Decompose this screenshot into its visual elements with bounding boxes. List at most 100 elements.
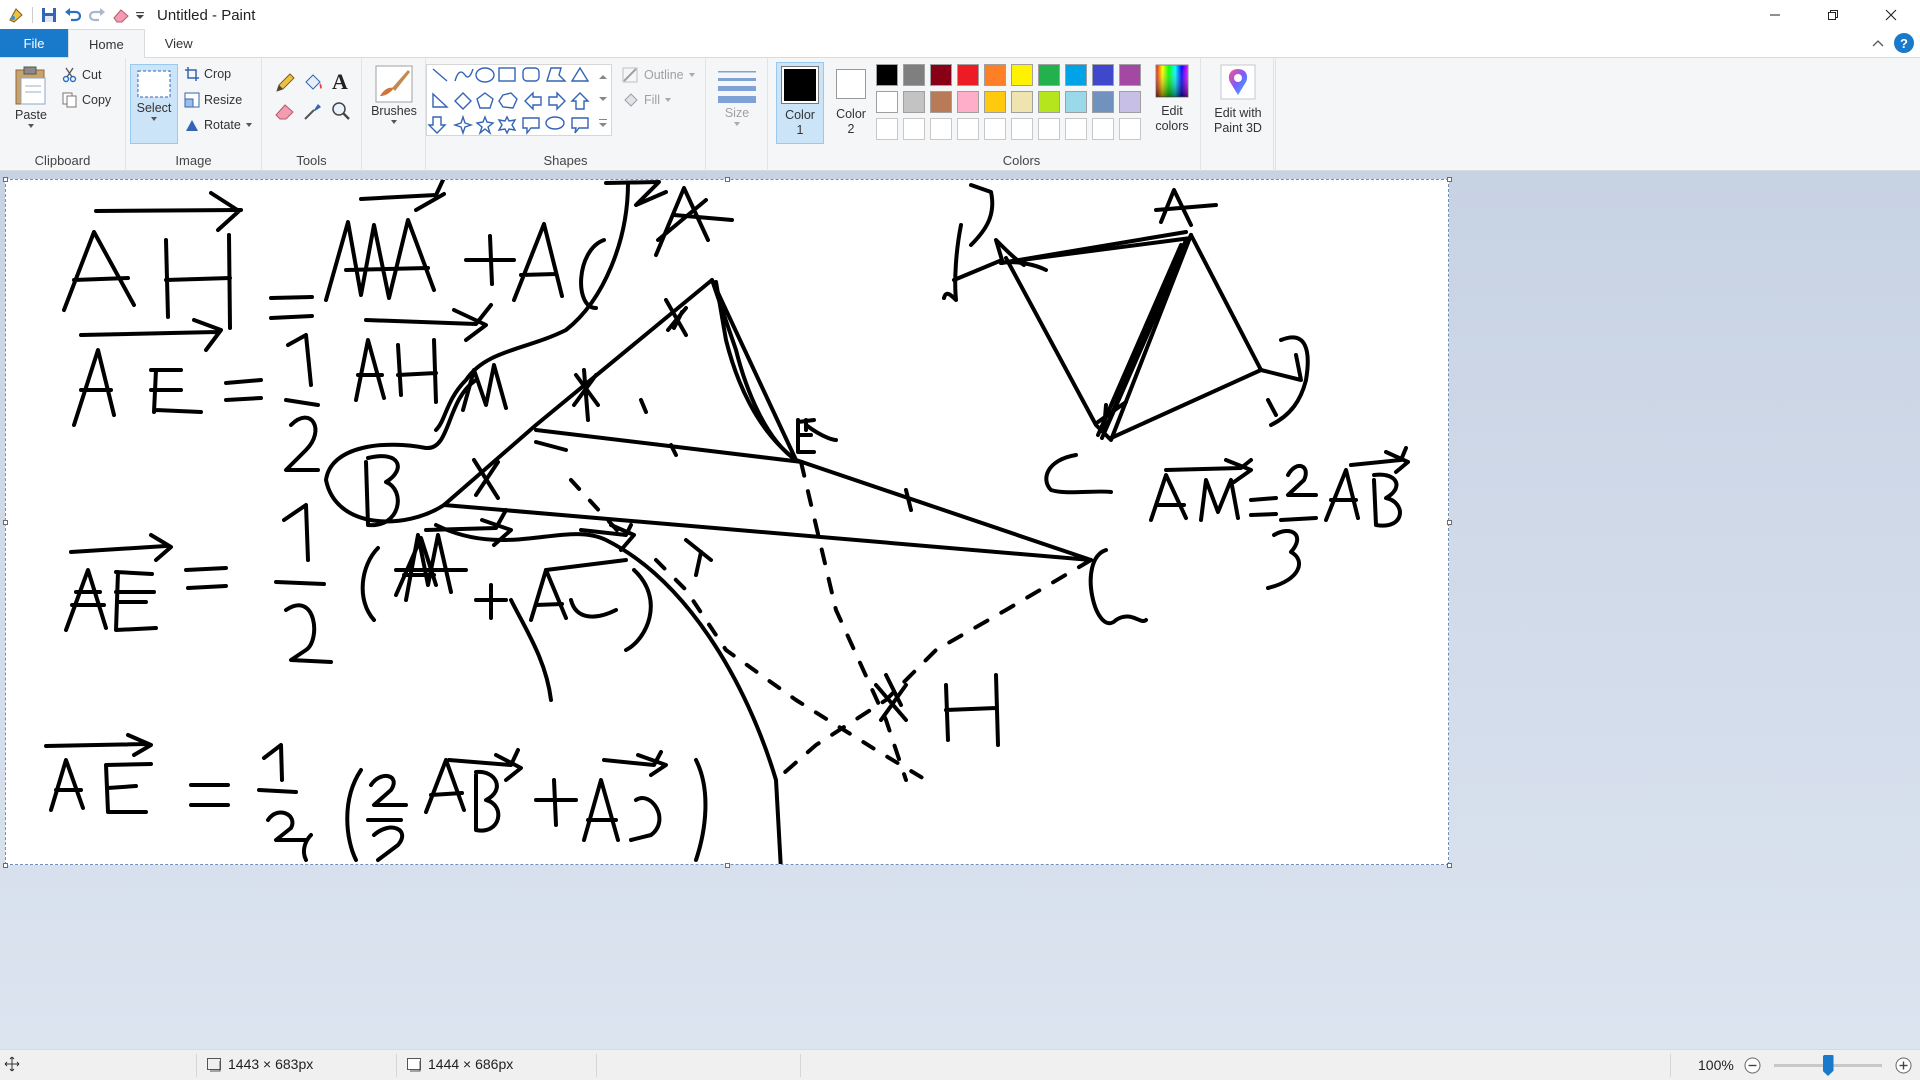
palette-swatch[interactable] [930, 118, 952, 140]
canvas-resize-handle[interactable] [1447, 863, 1452, 868]
rectangle-select-icon [137, 70, 171, 98]
brushes-label: Brushes [371, 104, 417, 118]
scissors-icon [62, 67, 77, 83]
canvas-resize-handle[interactable] [3, 520, 8, 525]
tab-file[interactable]: File [0, 29, 68, 57]
canvas-resize-handle[interactable] [725, 177, 730, 182]
restore-button[interactable] [1804, 0, 1862, 30]
zoom-out-button[interactable] [1744, 1057, 1761, 1074]
eraser-tool[interactable] [274, 100, 296, 122]
close-button[interactable] [1862, 0, 1920, 30]
copy-icon [62, 92, 77, 108]
color1-button[interactable]: Color 1 [776, 62, 824, 144]
palette-swatch[interactable] [876, 64, 898, 86]
color2-button[interactable]: Color 2 [828, 69, 874, 137]
palette-swatch[interactable] [1011, 64, 1033, 86]
help-icon[interactable]: ? [1894, 33, 1914, 53]
palette-swatch[interactable] [876, 91, 898, 113]
canvas-resize-handle[interactable] [1447, 520, 1452, 525]
palette-swatch[interactable] [1092, 64, 1114, 86]
palette-swatch[interactable] [984, 118, 1006, 140]
size-button[interactable]: Size [714, 66, 760, 127]
tab-view[interactable]: View [145, 29, 213, 57]
zoom-slider[interactable] [1774, 1055, 1882, 1076]
select-button[interactable]: Select [130, 64, 178, 144]
separator [196, 1054, 197, 1077]
separator [32, 7, 33, 23]
canvas-resize-handle[interactable] [3, 863, 8, 868]
text-tool[interactable]: A [330, 70, 352, 92]
palette-swatch[interactable] [1038, 118, 1060, 140]
pencil-tool[interactable] [274, 72, 296, 94]
canvas-resize-handle[interactable] [3, 177, 8, 182]
brushes-button[interactable]: Brushes [368, 64, 420, 125]
resize-button[interactable]: Resize [184, 92, 242, 108]
group-label-clipboard: Clipboard [34, 153, 91, 168]
tab-home[interactable]: Home [68, 29, 145, 58]
palette-swatch[interactable] [903, 118, 925, 140]
palette-swatch[interactable] [1038, 91, 1060, 113]
rotate-button[interactable]: Rotate [184, 117, 253, 133]
outline-button[interactable]: Outline [622, 67, 696, 83]
minimize-button[interactable] [1746, 0, 1804, 30]
fill-button[interactable]: Fill [622, 92, 672, 108]
image-size: 1444 × 686px [406, 1056, 513, 1072]
collapse-ribbon-icon[interactable] [1872, 36, 1884, 50]
cut-button[interactable]: Cut [62, 67, 101, 83]
paint-app-icon[interactable] [4, 3, 28, 27]
palette-swatch[interactable] [1119, 64, 1141, 86]
rotate-label: Rotate [204, 118, 241, 132]
palette-swatch[interactable] [1092, 118, 1114, 140]
group-tools: A Tools [262, 58, 362, 171]
move-cursor-icon [4, 1056, 20, 1072]
palette-swatch[interactable] [957, 64, 979, 86]
pencil-icon [276, 73, 295, 92]
palette-swatch[interactable] [930, 64, 952, 86]
palette-swatch[interactable] [1119, 91, 1141, 113]
eraser-quick-icon[interactable] [109, 3, 133, 27]
canvas-resize-handle[interactable] [725, 863, 730, 868]
palette-swatch[interactable] [1065, 64, 1087, 86]
crop-button[interactable]: Crop [184, 66, 231, 82]
palette-swatch[interactable] [930, 91, 952, 113]
edit-with-paint3d-button[interactable]: Edit with Paint 3D [1207, 64, 1269, 136]
drawing-canvas[interactable] [5, 179, 1449, 865]
status-bar: 1443 × 683px 1444 × 686px 100% [0, 1049, 1920, 1080]
svg-text:A: A [332, 70, 348, 92]
palette-swatch[interactable] [1011, 91, 1033, 113]
cut-label: Cut [82, 68, 102, 82]
shapes-gallery[interactable] [426, 64, 612, 136]
save-icon[interactable] [37, 3, 61, 27]
group-clipboard: Paste Cut Copy Clipboard [0, 58, 126, 171]
window-controls [1746, 0, 1920, 30]
palette-swatch[interactable] [1011, 118, 1033, 140]
palette-swatch[interactable] [1065, 118, 1087, 140]
image-size-text: 1444 × 686px [428, 1056, 514, 1072]
color-picker-tool[interactable] [302, 100, 324, 122]
redo-icon[interactable] [85, 3, 109, 27]
palette-swatch[interactable] [903, 64, 925, 86]
palette-swatch[interactable] [984, 64, 1006, 86]
chevron-down-icon [688, 73, 695, 77]
palette-swatch[interactable] [984, 91, 1006, 113]
undo-icon[interactable] [61, 3, 85, 27]
zoom-slider-thumb[interactable] [1822, 1055, 1834, 1076]
fill-tool[interactable] [302, 72, 324, 94]
customize-qat-icon[interactable] [133, 3, 147, 27]
palette-swatch[interactable] [903, 91, 925, 113]
palette-swatch[interactable] [1038, 64, 1060, 86]
edit-colors-button[interactable]: Edit colors [1150, 64, 1194, 134]
paint3d-icon [1220, 64, 1256, 100]
zoom-in-button[interactable] [1895, 1057, 1912, 1074]
handwritten-sketch [44, 180, 1410, 864]
palette-swatch[interactable] [957, 91, 979, 113]
magnifier-tool[interactable] [330, 100, 352, 122]
copy-button[interactable]: Copy [62, 92, 111, 108]
paste-button[interactable]: Paste [8, 64, 54, 129]
palette-swatch[interactable] [1092, 91, 1114, 113]
palette-swatch[interactable] [957, 118, 979, 140]
palette-swatch[interactable] [1065, 91, 1087, 113]
palette-swatch[interactable] [1119, 118, 1141, 140]
palette-swatch[interactable] [876, 118, 898, 140]
canvas-resize-handle[interactable] [1447, 177, 1452, 182]
